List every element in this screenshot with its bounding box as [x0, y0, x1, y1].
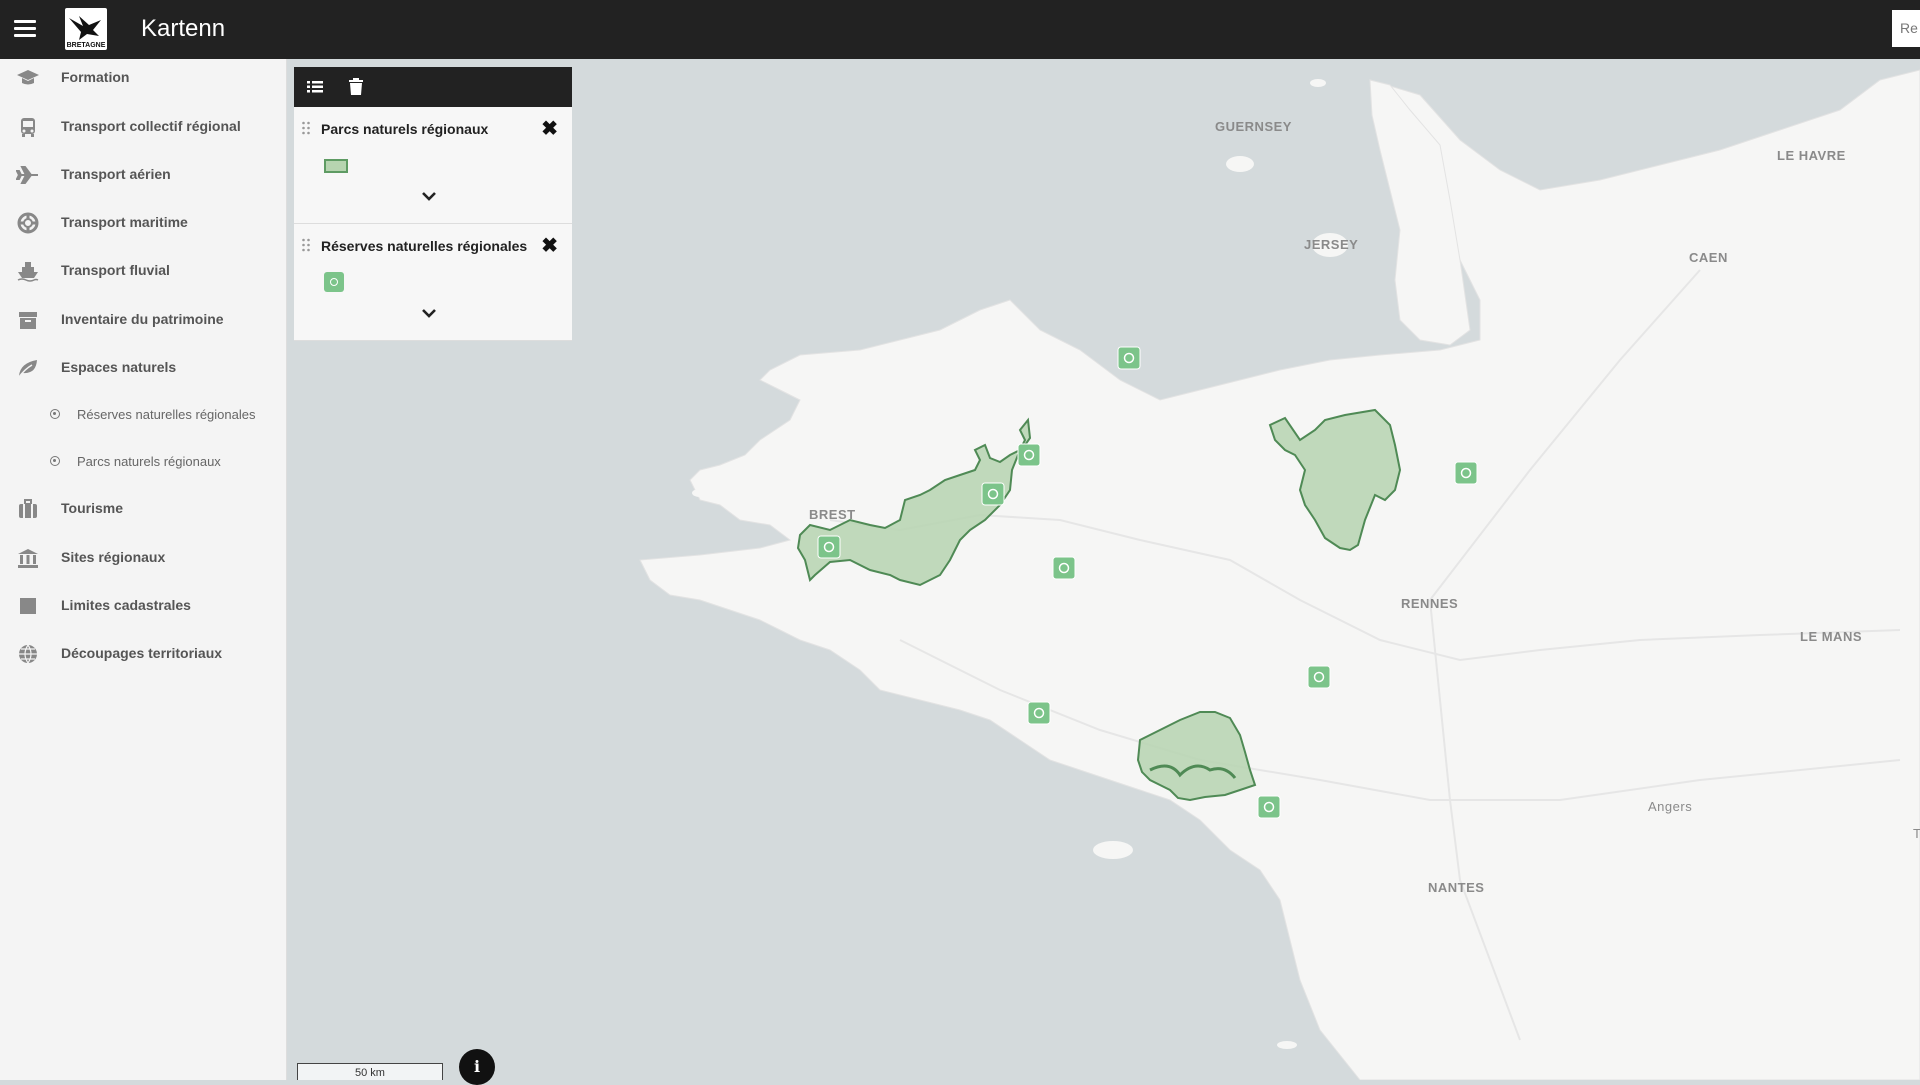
list-icon[interactable] [304, 76, 326, 98]
chevron-down-icon[interactable] [420, 306, 438, 320]
reserve-marker[interactable] [1117, 346, 1141, 370]
reserve-marker[interactable] [1257, 795, 1281, 819]
map-label: T [1913, 826, 1920, 841]
sidebar-subitem-parcs[interactable]: Parcs naturels régionaux [0, 448, 286, 476]
bus-icon [21, 118, 35, 137]
sidebar-item-label: Découpages territoriaux [61, 645, 223, 661]
plane-icon [16, 166, 38, 184]
globe-icon [19, 644, 37, 665]
trash-icon[interactable] [345, 76, 367, 98]
sidebar-item-tourisme[interactable]: Tourisme [0, 494, 286, 524]
reserve-marker[interactable] [981, 482, 1005, 506]
graduation-cap-icon [17, 70, 39, 85]
app-title: Kartenn [141, 15, 226, 42]
chevron-down-icon[interactable] [420, 189, 438, 203]
sidebar-item-transport-collectif[interactable]: Transport collectif régional [0, 112, 286, 142]
institution-icon [18, 549, 38, 568]
layer-title: Réserves naturelles régionales [321, 238, 528, 254]
map-label: LE MANS [1800, 629, 1862, 644]
sidebar: Formation Transport collectif régional T… [0, 59, 287, 1080]
sidebar-item-limites-cadastrales[interactable]: Limites cadastrales [0, 591, 286, 621]
ship-icon [17, 262, 39, 282]
sidebar-item-label: Espaces naturels [61, 359, 177, 375]
legend-polygon-swatch [324, 159, 348, 173]
sidebar-item-label: Sites régionaux [61, 549, 166, 565]
drag-handle-icon[interactable] [301, 238, 311, 252]
sidebar-item-label: Transport fluvial [61, 262, 170, 278]
region-bretagne-logo[interactable]: BRETAGNE [65, 8, 107, 50]
sidebar-item-formation[interactable]: Formation [0, 63, 286, 93]
radio-icon [50, 409, 60, 419]
layer-panel-toolbar [294, 67, 572, 107]
suitcase-icon [19, 499, 37, 518]
close-icon[interactable]: ✖ [541, 116, 558, 141]
sidebar-item-sites-regionaux[interactable]: Sites régionaux [0, 543, 286, 573]
close-icon[interactable]: ✖ [541, 233, 558, 258]
layer-title: Parcs naturels régionaux [321, 121, 489, 137]
reserve-marker[interactable] [1027, 701, 1051, 725]
radio-icon [50, 456, 60, 466]
menu-icon[interactable] [14, 17, 36, 41]
sidebar-item-transport-aerien[interactable]: Transport aérien [0, 160, 286, 190]
sidebar-item-decoupages[interactable]: Découpages territoriaux [0, 639, 286, 669]
layer-card-parcs: Parcs naturels régionaux ✖ [294, 107, 572, 224]
sidebar-item-label: Tourisme [61, 500, 123, 516]
sidebar-item-espaces-naturels[interactable]: Espaces naturels [0, 353, 286, 383]
reserve-marker[interactable] [1454, 461, 1478, 485]
sidebar-item-transport-maritime[interactable]: Transport maritime [0, 208, 286, 238]
drag-handle-icon[interactable] [301, 121, 311, 135]
square-icon [20, 598, 36, 614]
reserve-marker[interactable] [1052, 556, 1076, 580]
sidebar-item-label: Transport maritime [61, 214, 188, 230]
sidebar-item-label: Transport collectif régional [61, 118, 241, 134]
sidebar-item-label: Transport aérien [61, 166, 171, 182]
leaf-icon [18, 360, 37, 378]
map-label: CAEN [1689, 250, 1728, 265]
logo-text: BRETAGNE [66, 42, 106, 49]
sidebar-subitem-label: Réserves naturelles régionales [77, 407, 256, 422]
reserve-marker[interactable] [1017, 443, 1041, 467]
top-bar: BRETAGNE Kartenn Re [0, 0, 1920, 59]
map-label: Angers [1648, 799, 1693, 814]
reserve-marker[interactable] [817, 535, 841, 559]
sidebar-subitem-label: Parcs naturels régionaux [77, 454, 221, 469]
legend-point-swatch [324, 272, 344, 292]
sidebar-item-label: Limites cadastrales [61, 597, 191, 613]
sidebar-item-label: Formation [61, 69, 130, 85]
sidebar-subitem-reserves[interactable]: Réserves naturelles régionales [0, 401, 286, 429]
layer-card-reserves: Réserves naturelles régionales ✖ [294, 224, 572, 341]
map-label: JERSEY [1304, 237, 1359, 252]
sidebar-item-inventaire[interactable]: Inventaire du patrimoine [0, 305, 286, 335]
search-input[interactable]: Re [1892, 10, 1920, 47]
map-label: LE HAVRE [1777, 148, 1846, 163]
map-label: GUERNSEY [1215, 119, 1292, 134]
scale-bar: 50 km [297, 1063, 443, 1080]
reserve-marker[interactable] [1307, 665, 1331, 689]
sidebar-item-transport-fluvial[interactable]: Transport fluvial [0, 256, 286, 286]
map-label: NANTES [1428, 880, 1485, 895]
lifebuoy-icon [17, 212, 39, 234]
map-label: RENNES [1401, 596, 1459, 611]
archive-icon [19, 312, 37, 329]
map-label: BREST [809, 507, 856, 522]
sidebar-item-label: Inventaire du patrimoine [61, 311, 224, 327]
layer-panel: Parcs naturels régionaux ✖ Réserves natu… [294, 67, 572, 341]
